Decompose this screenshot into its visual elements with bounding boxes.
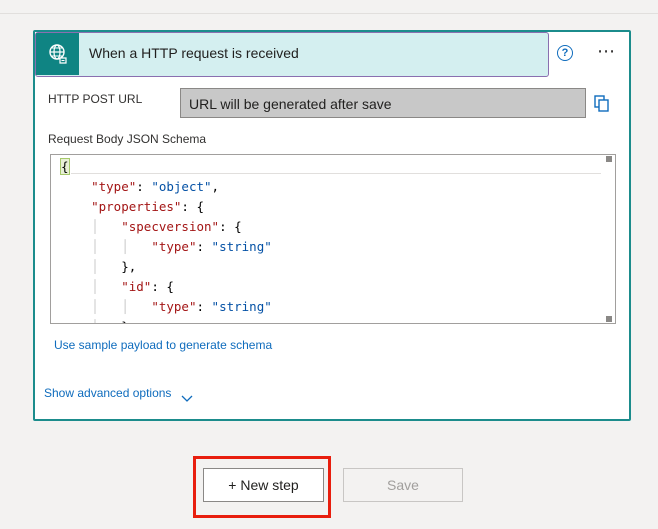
more-options-icon[interactable]: ⋯ [597,43,616,61]
code-token: "id": { [121,279,174,294]
code-token: } [121,319,129,323]
chevron-down-icon[interactable] [181,388,193,407]
code-line: "properties": { [61,197,272,217]
code-line: │ │ "type": "string" [91,239,272,254]
scroll-up-marker [606,156,612,162]
http-post-url-label: HTTP POST URL [48,92,143,106]
code-line: │ │ "type": "string" [91,299,272,314]
code-line: │ }, [91,259,137,274]
card-header[interactable]: When a HTTP request is received [35,32,549,77]
show-advanced-options-link[interactable]: Show advanced options [44,386,171,400]
code-token: { [60,158,70,175]
help-icon[interactable]: ? [557,45,573,61]
http-trigger-card: When a HTTP request is received ? ⋯ HTTP… [33,30,631,421]
schema-editor[interactable]: { "type": "object", "properties": { │ "s… [50,154,616,324]
copy-icon[interactable] [594,95,610,117]
code-line: │ "specversion": { [91,219,242,234]
trigger-title: When a HTTP request is received [89,45,299,61]
code-token: "properties": { [91,199,204,214]
new-step-highlight [193,456,331,518]
code-token: "type": "string" [151,239,272,254]
scroll-down-marker [606,316,612,322]
save-button[interactable]: Save [343,468,463,502]
schema-code: { "type": "object", "properties": { │ "s… [60,157,272,323]
code-line: │ "id": { [91,279,174,294]
code-line: { [60,157,272,177]
code-line: │ } [61,317,272,323]
code-token: "specversion": { [121,219,242,234]
canvas-divider [0,13,658,14]
code-line: "type": "object", [61,177,272,197]
sample-payload-link[interactable]: Use sample payload to generate schema [54,338,272,352]
code-token: "type": "string" [151,299,272,314]
code-token: }, [121,259,137,274]
http-post-url-field: URL will be generated after save [180,88,586,118]
schema-label: Request Body JSON Schema [48,132,207,146]
editor-scrollbar[interactable] [605,157,613,321]
code-token: "type": "object", [91,179,220,194]
globe-request-icon [36,33,79,75]
